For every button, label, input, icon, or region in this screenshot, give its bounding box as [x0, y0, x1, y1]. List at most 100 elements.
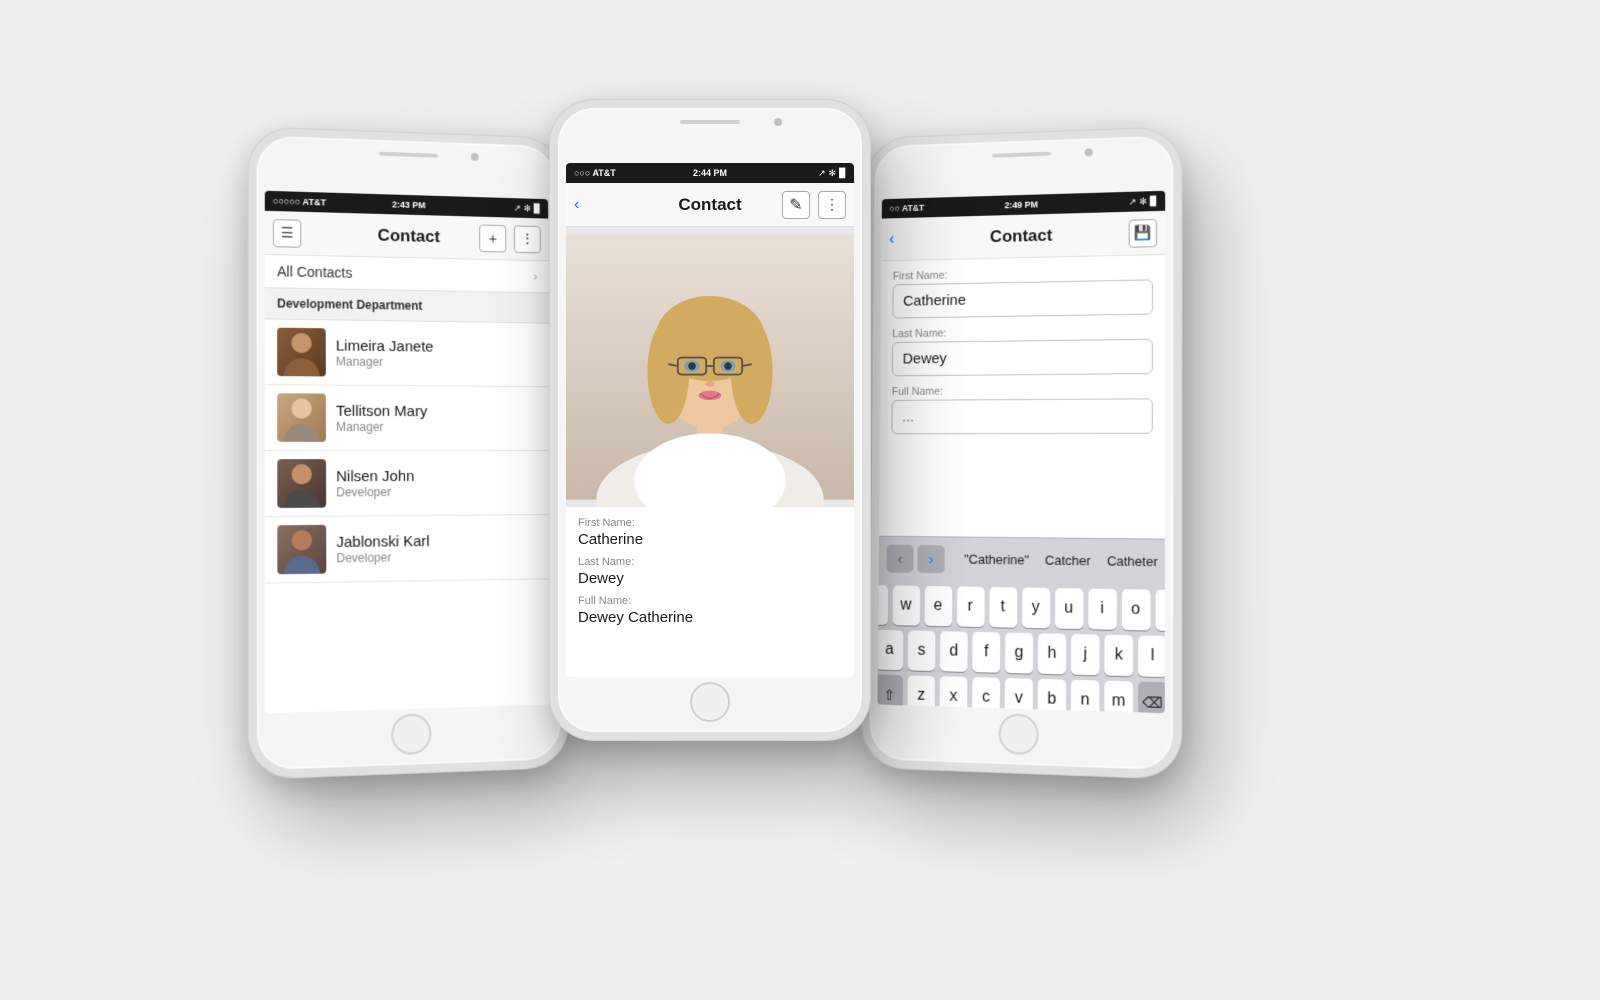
autocorrect-word-2[interactable]: Catcher: [1045, 553, 1091, 569]
full-name-input[interactable]: [891, 398, 1152, 434]
screen-1: ○○○○○ AT&T 2:43 PM ↗ ✻ ▉ ☰ Contact + ⋮: [265, 191, 553, 713]
last-name-input[interactable]: [892, 339, 1153, 377]
last-name-value-2: Dewey: [578, 570, 842, 587]
contact-item-2[interactable]: Tellitson Mary Manager: [265, 385, 550, 451]
contact-detail: First Name: Catherine Last Name: Dewey F…: [566, 227, 854, 677]
contact-fields: First Name: Catherine Last Name: Dewey F…: [566, 507, 854, 644]
key-i[interactable]: i: [1088, 589, 1116, 630]
autocorrect-nav: ‹ ›: [886, 544, 944, 573]
status-icons-2: ↗ ✻ ▉: [818, 168, 846, 179]
home-button-1[interactable]: [391, 713, 431, 755]
key-h[interactable]: h: [1038, 633, 1066, 674]
contact-photo: [566, 227, 854, 507]
avatar-4: [277, 525, 326, 574]
time-2: 2:44 PM: [693, 168, 727, 178]
full-name-label-2: Full Name:: [578, 595, 842, 607]
prev-suggestion-btn[interactable]: ‹: [886, 544, 913, 572]
key-v[interactable]: v: [1005, 678, 1033, 713]
key-t[interactable]: t: [989, 587, 1017, 628]
shift-key[interactable]: ⇧: [877, 675, 902, 714]
home-button-3[interactable]: [999, 713, 1039, 755]
avatar-2: [277, 393, 326, 442]
edit-button[interactable]: ✎: [782, 191, 810, 219]
add-button[interactable]: +: [479, 224, 506, 252]
nav-title-2: Contact: [678, 195, 741, 215]
nav-left-3: ‹: [889, 230, 894, 248]
key-f[interactable]: f: [972, 632, 1000, 673]
key-x[interactable]: x: [940, 676, 968, 713]
key-r[interactable]: r: [956, 586, 984, 627]
save-button[interactable]: 💾: [1129, 219, 1157, 248]
phone-1: ○○○○○ AT&T 2:43 PM ↗ ✻ ▉ ☰ Contact + ⋮: [248, 127, 568, 779]
carrier-1: ○○○○○ AT&T: [273, 196, 326, 208]
key-q[interactable]: q: [877, 585, 887, 625]
all-contacts-row[interactable]: All Contacts ›: [265, 255, 549, 293]
contact-role-4: Developer: [336, 548, 539, 565]
key-d[interactable]: d: [940, 631, 968, 672]
status-icons-1: ↗ ✻ ▉: [514, 203, 541, 214]
section-header: Development Department: [265, 288, 549, 324]
contact-item-3[interactable]: Nilsen John Developer: [265, 451, 551, 517]
section-header-text: Development Department: [277, 296, 422, 312]
key-j[interactable]: j: [1071, 634, 1099, 675]
key-g[interactable]: g: [1005, 633, 1033, 674]
back-button-3[interactable]: ‹: [889, 230, 894, 248]
kb-row-3: ⇧ z x c v b n m ⌫: [881, 675, 1160, 714]
key-c[interactable]: c: [972, 677, 1000, 713]
full-name-value-2: Dewey Catherine: [578, 609, 842, 626]
all-contacts-label: All Contacts: [277, 263, 352, 281]
key-y[interactable]: y: [1022, 587, 1050, 628]
carrier-2: ○○○ AT&T: [574, 168, 616, 178]
carrier-3: ○○ AT&T: [889, 203, 924, 214]
key-o[interactable]: o: [1121, 589, 1150, 630]
home-button-2[interactable]: [690, 682, 730, 722]
key-a[interactable]: a: [877, 630, 903, 670]
key-k[interactable]: k: [1104, 635, 1133, 677]
contact-name-3: Nilsen John: [336, 467, 539, 485]
screen-3: ○○ AT&T 2:49 PM ↗ ✻ ▉ ‹ Contact 💾: [877, 191, 1165, 713]
key-p[interactable]: p: [1155, 590, 1165, 632]
nav-right-2: ✎ ⋮: [782, 191, 846, 219]
contact-name-1: Limeira Janete: [336, 337, 538, 356]
first-name-label-2: First Name:: [578, 517, 842, 529]
next-suggestion-btn[interactable]: ›: [917, 545, 944, 573]
back-button-2[interactable]: ‹: [574, 196, 579, 214]
nav-title-3: Contact: [990, 225, 1052, 246]
key-u[interactable]: u: [1055, 588, 1083, 629]
autocorrect-word-1[interactable]: "Catherine": [964, 552, 1029, 568]
edit-fields-area: First Name: Last Name: Full Name:: [879, 255, 1165, 539]
key-n[interactable]: n: [1071, 680, 1099, 713]
nav-left-1: ☰: [273, 219, 301, 248]
contact-item-1[interactable]: Limeira Janete Manager: [265, 319, 550, 387]
delete-key[interactable]: ⌫: [1138, 682, 1165, 714]
edit-full-name-label: Full Name:: [892, 384, 1153, 398]
contact-item-4[interactable]: Jablonski Karl Developer: [265, 515, 551, 584]
edit-contact-screen: First Name: Last Name: Full Name: ‹ › "C…: [877, 255, 1165, 713]
first-name-value-2: Catherine: [578, 531, 842, 548]
key-z[interactable]: z: [907, 675, 935, 713]
nav-bar-2: ‹ Contact ✎ ⋮: [566, 183, 854, 227]
key-w[interactable]: w: [892, 585, 919, 625]
more-button-2[interactable]: ⋮: [818, 191, 846, 219]
status-icons-3: ↗ ✻ ▉: [1129, 195, 1157, 207]
contact-info-2: Tellitson Mary Manager: [336, 402, 539, 434]
nav-right-3: 💾: [1129, 219, 1157, 248]
nav-title-1: Contact: [378, 225, 440, 246]
nav-bar-1: ☰ Contact + ⋮: [265, 211, 549, 262]
avatar-1: [277, 328, 326, 377]
status-bar-2: ○○○ AT&T 2:44 PM ↗ ✻ ▉: [566, 163, 854, 183]
key-l[interactable]: l: [1138, 635, 1165, 677]
hamburger-button[interactable]: ☰: [273, 219, 301, 248]
key-e[interactable]: e: [924, 586, 952, 626]
screen-2: ○○○ AT&T 2:44 PM ↗ ✻ ▉ ‹ Contact ✎ ⋮: [566, 163, 854, 677]
key-m[interactable]: m: [1104, 681, 1133, 714]
contact-role-3: Developer: [336, 484, 539, 499]
autocorrect-word-3[interactable]: Catheter: [1107, 553, 1158, 569]
nav-left-2: ‹: [574, 196, 579, 214]
first-name-input[interactable]: [892, 279, 1153, 318]
key-b[interactable]: b: [1038, 679, 1066, 713]
more-button-1[interactable]: ⋮: [514, 225, 541, 253]
phone-3: ○○ AT&T 2:49 PM ↗ ✻ ▉ ‹ Contact 💾: [861, 127, 1181, 779]
main-scene: ○○○○○ AT&T 2:43 PM ↗ ✻ ▉ ☰ Contact + ⋮: [200, 50, 1400, 950]
key-s[interactable]: s: [908, 630, 936, 671]
